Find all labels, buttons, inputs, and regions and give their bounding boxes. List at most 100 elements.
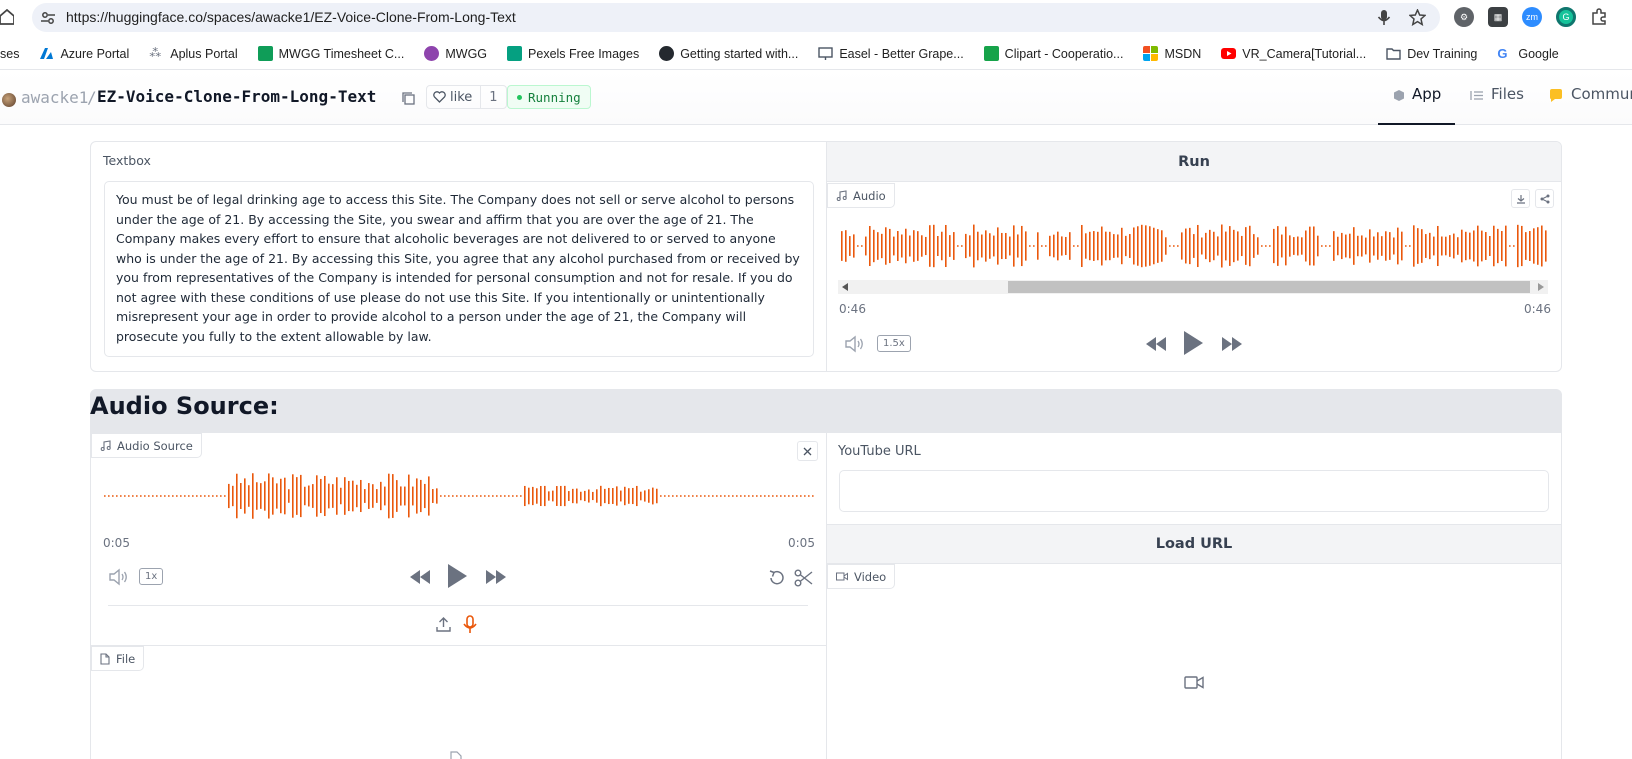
waveform-bar [512,495,514,497]
url-text[interactable]: https://huggingface.co/spaces/awacke1/EZ… [66,9,516,25]
file-dropzone[interactable] [92,672,825,759]
waveform-bar [1485,232,1487,260]
bookmark-folder[interactable]: Dev Training [1386,46,1477,61]
waveform-bar [1333,231,1335,261]
waveform-bar [580,491,582,501]
upload-icon[interactable] [435,616,452,633]
extension-gear-icon[interactable]: ⚙ [1454,7,1474,27]
extension-zoom-icon[interactable]: zm [1522,7,1542,27]
playback-rate-button[interactable]: 1.5x [877,335,911,352]
download-button[interactable] [1511,189,1530,208]
source-waveform[interactable] [103,468,815,524]
tab-app[interactable]: App [1378,85,1455,125]
waveform-bar [841,231,843,261]
waveform-bar [1457,237,1459,255]
scroll-left-icon[interactable] [842,283,848,291]
bookmark-item[interactable]: Easel - Better Grape... [818,46,964,61]
address-bar[interactable]: https://huggingface.co/spaces/awacke1/EZ… [32,3,1440,32]
play-icon[interactable] [445,562,469,590]
microphone-icon[interactable] [1377,9,1391,26]
waveform-bar [893,236,895,256]
bookmark-item[interactable]: G Google [1497,46,1558,61]
trim-scissors-icon[interactable] [794,568,814,588]
bookmark-item[interactable]: Clipart - Cooperatio... [983,46,1123,61]
waveform-bar [861,245,863,247]
bookmark-item[interactable]: Pexels Free Images [507,46,639,61]
extension-grammarly-icon[interactable]: G [1556,7,1576,27]
clear-audio-button[interactable] [797,441,818,461]
waveform-bar [224,495,226,497]
repo-name-link[interactable]: EZ-Voice-Clone-From-Long-Text [97,87,376,106]
waveform-bar [368,483,370,509]
waveform-bar [1441,236,1443,256]
scrollbar-thumb[interactable] [1008,281,1530,293]
text-input[interactable]: You must be of legal drinking age to acc… [104,181,814,357]
bookmark-item[interactable]: Getting started with... [659,46,798,61]
bookmark-item[interactable]: MWGG [424,46,487,61]
undo-icon[interactable] [767,568,787,588]
extension-docs-icon[interactable]: ▦ [1488,7,1508,27]
waveform-bar [1265,245,1267,247]
avatar[interactable] [2,93,16,107]
waveform-bar [1337,236,1339,256]
volume-icon[interactable] [844,335,866,353]
waveform-bar [1317,235,1319,257]
bookmark-item[interactable]: ses [0,47,19,61]
run-button[interactable]: Run [827,142,1561,182]
waveform-bar [380,481,382,511]
tab-files[interactable]: Files [1470,85,1524,125]
waveform-bar [344,477,346,515]
play-icon[interactable] [1181,329,1205,357]
repo-owner-link[interactable]: awacke1 [21,88,88,107]
waveform-bar [700,495,702,497]
load-url-button[interactable]: Load URL [827,524,1561,564]
waveform-bar [560,485,562,507]
waveform-bar [272,477,274,515]
tab-community[interactable]: Commun [1548,85,1632,125]
bookmark-item[interactable]: MSDN [1143,46,1201,61]
fast-forward-icon[interactable] [1220,335,1244,353]
folder-icon [1386,48,1401,60]
share-button[interactable] [1535,189,1554,208]
output-waveform[interactable] [840,220,1548,272]
waveform-bar [941,231,943,261]
volume-icon[interactable] [108,568,130,586]
copy-icon[interactable] [402,92,415,105]
fast-forward-icon[interactable] [484,568,508,586]
waveform-bar [468,495,470,497]
microphone-record-icon[interactable] [462,615,478,634]
extensions-puzzle-icon[interactable] [1590,8,1608,26]
waveform-bar [604,488,606,504]
waveform-bar [1093,231,1095,261]
waveform-scrollbar[interactable] [838,280,1548,294]
like-button[interactable]: like 1 [426,85,507,109]
source-playback-rate-button[interactable]: 1x [139,568,164,585]
waveform-bar [148,495,150,497]
waveform-bar [620,490,622,502]
waveform-bar [284,477,286,515]
textbox-label: Textbox [103,153,151,168]
waveform-bar [1101,226,1103,266]
waveform-bar [652,487,654,505]
output-time-current: 0:46 [839,302,866,316]
waveform-bar [1061,236,1063,256]
waveform-bar [1453,233,1455,259]
bookmark-item[interactable]: Azure Portal [39,46,129,61]
waveform-bar [1409,245,1411,247]
bookmark-item[interactable]: VR_Camera[Tutorial... [1221,46,1366,61]
divider [91,645,826,646]
bookmark-item[interactable]: MWGG Timesheet C... [257,46,404,61]
waveform-bar [849,236,851,256]
rewind-icon[interactable] [408,568,432,586]
youtube-url-input[interactable] [839,470,1549,512]
scroll-right-icon[interactable] [1538,283,1544,291]
home-icon[interactable] [0,9,14,25]
star-icon[interactable] [1409,9,1426,26]
bookmark-item[interactable]: ⁂ Aplus Portal [149,46,237,61]
waveform-bar [1137,226,1139,266]
site-info-icon[interactable] [40,10,56,26]
waveform-bar [1009,236,1011,256]
waveform-bar [1345,234,1347,258]
waveform-bar [480,495,482,497]
rewind-icon[interactable] [1144,335,1168,353]
